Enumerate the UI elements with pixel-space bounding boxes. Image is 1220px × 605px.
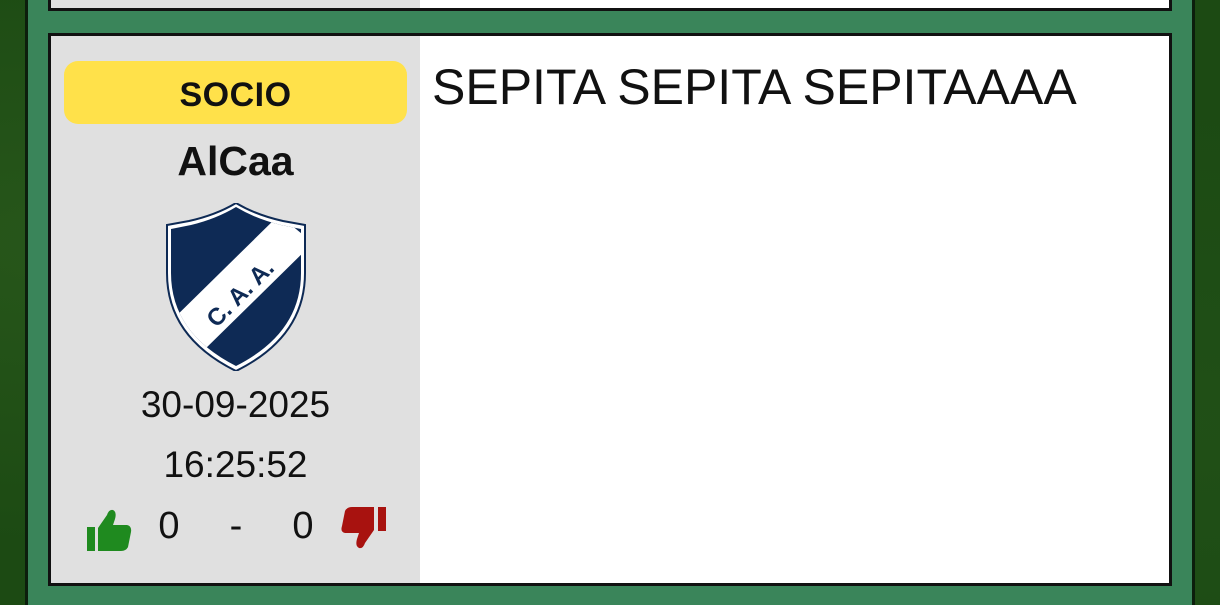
post-message: SEPITA SEPITA SEPITAAAA xyxy=(432,59,1077,115)
club-crest-icon[interactable]: C. A. A. xyxy=(161,203,311,371)
post-author-panel: SOCIO AlCaa C. A. A. 30-09-2025 16:25:52… xyxy=(51,36,420,583)
previous-post xyxy=(48,0,1172,11)
author-username[interactable]: AlCaa xyxy=(51,138,420,185)
like-count: 0 xyxy=(158,505,180,547)
vote-bar: 0 - 0 xyxy=(51,501,420,557)
thumbs-up-icon[interactable] xyxy=(85,507,133,553)
post-content: SEPITA SEPITA SEPITAAAA xyxy=(420,36,1169,583)
post-date: 30-09-2025 xyxy=(140,384,331,425)
thumbs-down-icon[interactable] xyxy=(341,505,387,551)
forum-post: SOCIO AlCaa C. A. A. 30-09-2025 16:25:52… xyxy=(48,33,1172,586)
post-time: 16:25:52 xyxy=(163,444,308,485)
vote-separator: - xyxy=(229,505,243,547)
dislike-count: 0 xyxy=(292,505,314,547)
previous-post-sidebar xyxy=(51,0,420,8)
member-badge: SOCIO xyxy=(64,61,407,124)
